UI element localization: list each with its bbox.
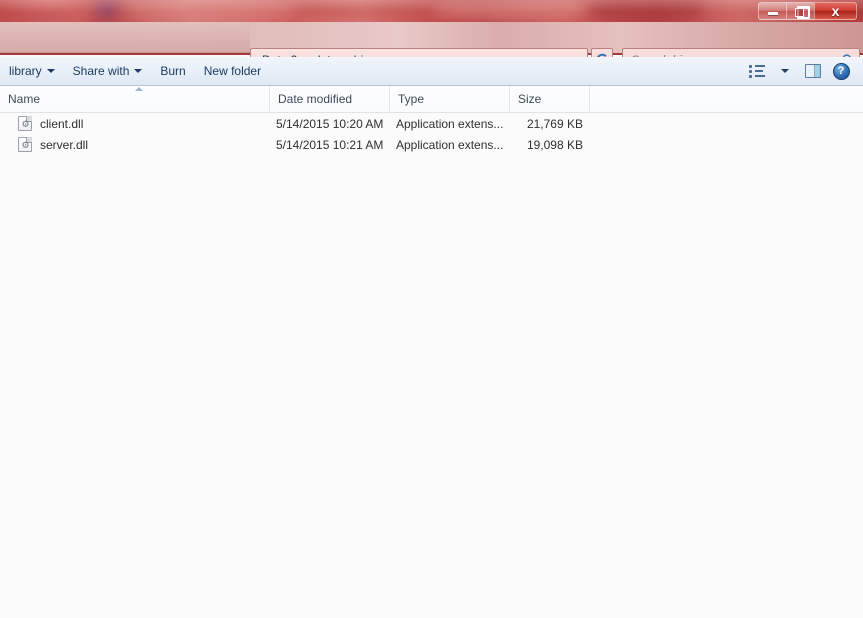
- toolbar-item-label: Share with: [72, 64, 130, 78]
- change-view-button[interactable]: [744, 60, 770, 82]
- column-header-label: Size: [518, 92, 542, 106]
- toolbar-item-label: New folder: [203, 64, 262, 78]
- list-view-icon: [749, 64, 765, 78]
- preview-pane-button[interactable]: [800, 60, 826, 82]
- minimize-icon: [767, 12, 778, 15]
- close-icon: x: [831, 3, 840, 19]
- minimize-button[interactable]: [758, 2, 786, 20]
- dll-file-icon: ⚙: [18, 116, 32, 131]
- title-bar-sheen: [0, 0, 863, 11]
- help-icon: ?: [832, 62, 850, 80]
- file-type-cell: Application extens...: [396, 137, 504, 152]
- restore-icon: [795, 6, 810, 19]
- column-header-label: Date modified: [278, 92, 353, 106]
- table-row[interactable]: ⚙ client.dll 5/14/2015 10:20 AM Applicat…: [0, 113, 863, 134]
- chevron-down-icon: [46, 69, 55, 73]
- column-header-label: Name: [8, 92, 41, 106]
- file-date-cell: 5/14/2015 10:20 AM: [276, 116, 384, 131]
- command-toolbar: library Share with Burn New folder ?: [0, 57, 863, 86]
- column-header-type[interactable]: Type: [390, 86, 510, 112]
- column-header-label: Type: [398, 92, 425, 106]
- file-list[interactable]: ⚙ client.dll 5/14/2015 10:20 AM Applicat…: [0, 113, 863, 618]
- table-row[interactable]: ⚙ server.dll 5/14/2015 10:21 AM Applicat…: [0, 134, 863, 155]
- title-bar[interactable]: x: [0, 0, 863, 22]
- file-size-cell: 19,098 KB: [526, 137, 583, 152]
- restore-button[interactable]: [786, 2, 814, 20]
- file-size-cell: 21,769 KB: [526, 116, 583, 131]
- chevron-down-icon: [134, 69, 143, 73]
- dll-file-icon: ⚙: [18, 137, 32, 152]
- toolbar-right-group: ?: [744, 60, 863, 82]
- toolbar-item-share-with[interactable]: Share with: [64, 60, 152, 82]
- column-header-date-modified[interactable]: Date modified: [270, 86, 390, 112]
- close-button[interactable]: x: [814, 2, 857, 20]
- help-button[interactable]: ?: [828, 60, 854, 82]
- column-header-size[interactable]: Size: [510, 86, 590, 112]
- file-name-label: client.dll: [40, 116, 84, 131]
- sort-ascending-icon: [135, 87, 143, 91]
- toolbar-item-label: Burn: [160, 64, 186, 78]
- toolbar-item-include-in-library[interactable]: library: [0, 60, 64, 82]
- explorer-window: x Dota 2 ▸ dota ▸ bin: [0, 0, 863, 618]
- toolbar-item-label: library: [9, 64, 42, 78]
- window-controls: x: [758, 2, 857, 20]
- file-name-cell[interactable]: ⚙ client.dll: [18, 113, 83, 134]
- navigation-left-region: [0, 22, 250, 53]
- file-type-cell: Application extens...: [396, 116, 504, 131]
- chevron-down-icon: [781, 69, 789, 73]
- view-dropdown-button[interactable]: [772, 60, 798, 82]
- file-name-label: server.dll: [40, 137, 89, 152]
- toolbar-item-burn[interactable]: Burn: [151, 60, 194, 82]
- navigation-bar: Dota 2 ▸ dota ▸ bin Search bin: [0, 22, 863, 71]
- file-name-cell[interactable]: ⚙ server.dll: [18, 134, 88, 155]
- toolbar-item-new-folder[interactable]: New folder: [195, 60, 270, 82]
- preview-pane-icon: [805, 64, 821, 78]
- column-header-row: Name Date modified Type Size: [0, 86, 863, 113]
- file-date-cell: 5/14/2015 10:21 AM: [276, 137, 384, 152]
